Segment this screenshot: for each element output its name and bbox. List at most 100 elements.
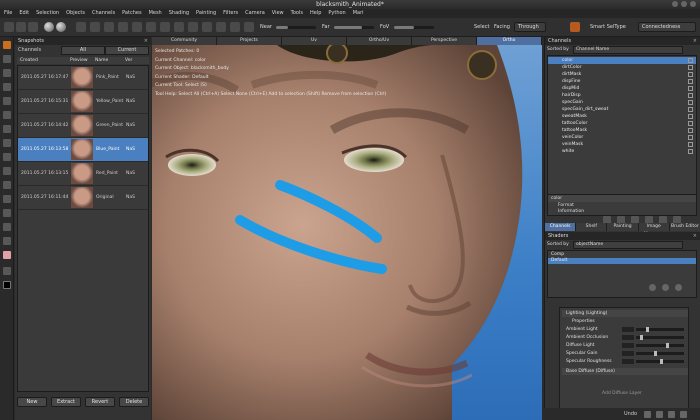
tab-shelf[interactable]: Shelf xyxy=(576,223,608,231)
menu-shading[interactable]: Shading xyxy=(169,9,189,18)
column-ver[interactable]: Ver xyxy=(125,57,147,64)
lock-icon[interactable] xyxy=(688,86,693,91)
channel-item[interactable]: dispFine xyxy=(548,78,696,85)
snapshot-row[interactable]: 2011.05.27 16:13:15 Red_Paint NaS xyxy=(18,162,148,186)
lock-icon[interactable] xyxy=(688,107,693,112)
menu-filters[interactable]: Filters xyxy=(223,9,238,18)
close-panel-icon[interactable]: × xyxy=(144,37,148,45)
snapshot-row[interactable]: 2011.05.27 16:14:42 Green_Paint NaS xyxy=(18,114,148,138)
undo-label[interactable]: Undo xyxy=(624,408,637,420)
channel-item[interactable]: specGain xyxy=(548,99,696,106)
3d-viewport[interactable]: Selected Patches: 0 Current Channel: col… xyxy=(152,45,542,420)
menu-mesh[interactable]: Mesh xyxy=(149,9,162,18)
marquee-icon[interactable] xyxy=(3,223,11,231)
channel-item[interactable]: white xyxy=(548,148,696,155)
menu-file[interactable]: File xyxy=(4,9,12,18)
menu-view[interactable]: View xyxy=(272,9,284,18)
channel-item[interactable]: sweatMask xyxy=(548,113,696,120)
specular-roughness-row[interactable]: Specular Roughness xyxy=(562,358,688,365)
wireframe-icon[interactable] xyxy=(90,22,100,32)
lasso-icon[interactable] xyxy=(3,209,11,217)
foreground-color-swatch[interactable] xyxy=(3,251,11,259)
delete-snapshot-button[interactable]: Delete xyxy=(119,397,149,407)
patch-icon[interactable] xyxy=(104,22,114,32)
channel-item[interactable]: color xyxy=(548,57,696,64)
menu-channels[interactable]: Channels xyxy=(92,9,115,18)
far-slider[interactable] xyxy=(334,26,374,29)
eraser-icon[interactable] xyxy=(3,125,11,133)
lock-icon[interactable] xyxy=(688,72,693,77)
specular-gain-row[interactable]: Specular Gain xyxy=(562,350,688,357)
save-icon[interactable] xyxy=(28,22,38,32)
background-color-swatch[interactable] xyxy=(3,281,11,289)
tab-brush-editor[interactable]: Brush Editor xyxy=(669,223,700,231)
all-toggle[interactable]: All xyxy=(61,46,105,55)
eyedropper-icon[interactable] xyxy=(3,195,11,203)
near-slider[interactable] xyxy=(276,26,316,29)
close-panel-icon[interactable]: × xyxy=(693,232,697,240)
smudge-icon[interactable] xyxy=(3,139,11,147)
select-tool-icon[interactable] xyxy=(3,41,11,49)
lock-icon[interactable] xyxy=(688,142,693,147)
tab-projects[interactable]: Projects xyxy=(217,37,282,45)
fov-slider[interactable] xyxy=(394,26,434,29)
ambient-occlusion-row[interactable]: Ambient Occlusion xyxy=(562,334,688,341)
channel-item[interactable]: dirtMask xyxy=(548,71,696,78)
clone-stamp-icon[interactable] xyxy=(3,111,11,119)
delete-shader-icon[interactable] xyxy=(675,284,682,291)
shaded-sphere-icon[interactable] xyxy=(44,22,54,32)
base-diffuse-section[interactable]: Base Diffuse (Diffuse) xyxy=(562,368,688,375)
swap-colors-icon[interactable] xyxy=(3,267,11,275)
menu-camera[interactable]: Camera xyxy=(245,9,265,18)
new-snapshot-button[interactable]: New xyxy=(17,397,47,407)
lighting-section[interactable]: Lighting (Lighting) xyxy=(562,310,688,317)
snapshot-row[interactable]: 2011.05.27 16:11:44 Original NaS xyxy=(18,186,148,210)
menu-patches[interactable]: Patches xyxy=(122,9,141,18)
lock-icon[interactable] xyxy=(688,128,693,133)
move-tool-icon[interactable] xyxy=(3,69,11,77)
lock-icon[interactable] xyxy=(688,58,693,63)
channels-sort-dropdown[interactable]: Channel Name xyxy=(573,46,683,54)
menu-edit[interactable]: Edit xyxy=(19,9,29,18)
new-project-icon[interactable] xyxy=(4,22,14,32)
fill-icon[interactable] xyxy=(3,167,11,175)
settings-icon[interactable] xyxy=(680,411,687,418)
blur-icon[interactable] xyxy=(3,153,11,161)
channel-item[interactable]: tattooMask xyxy=(548,127,696,134)
shader-item-selected[interactable]: Default xyxy=(548,258,696,264)
lock-icon[interactable] xyxy=(688,65,693,70)
lock-icon[interactable] xyxy=(688,135,693,140)
add-diffuse-layer-button[interactable]: Add Diffuse Layer xyxy=(562,390,688,397)
menu-objects[interactable]: Objects xyxy=(66,9,85,18)
menu-selection[interactable]: Selection xyxy=(36,9,59,18)
menu-python[interactable]: Python xyxy=(328,9,345,18)
lock-icon[interactable] xyxy=(688,114,693,119)
paint-through-icon[interactable] xyxy=(3,97,11,105)
open-project-icon[interactable] xyxy=(16,22,26,32)
revert-snapshot-button[interactable]: Revert xyxy=(85,397,115,407)
duplicate-shader-icon[interactable] xyxy=(662,284,669,291)
diffuse-light-row[interactable]: Diffuse Light xyxy=(562,342,688,349)
channel-item[interactable]: veinColor xyxy=(548,134,696,141)
channel-item[interactable]: tattooColor xyxy=(548,120,696,127)
camera-icon[interactable] xyxy=(174,22,184,32)
projector-icon[interactable] xyxy=(244,22,254,32)
close-icon[interactable] xyxy=(690,1,696,7)
maximize-icon[interactable] xyxy=(681,1,687,7)
lock-icon[interactable] xyxy=(688,121,693,126)
shader-icon[interactable] xyxy=(160,22,170,32)
redo-icon[interactable] xyxy=(656,411,663,418)
undo-icon[interactable] xyxy=(644,411,651,418)
column-name[interactable]: Name xyxy=(95,57,125,64)
lighting-icon[interactable] xyxy=(146,22,156,32)
connectedness-dropdown[interactable]: Connectedness xyxy=(638,22,696,32)
transform-tool-icon[interactable] xyxy=(3,55,11,63)
snapshot-row[interactable]: 2011.05.27 16:17:47 Pink_Paint NaS xyxy=(18,66,148,90)
texture-icon[interactable] xyxy=(132,22,142,32)
snapshot-icon[interactable] xyxy=(188,22,198,32)
gradient-icon[interactable] xyxy=(3,181,11,189)
channel-item[interactable]: specGain_dirt_sweat xyxy=(548,106,696,113)
column-preview[interactable]: Preview xyxy=(70,57,95,64)
format-row[interactable]: Format xyxy=(548,202,696,209)
grid-icon[interactable] xyxy=(76,22,86,32)
